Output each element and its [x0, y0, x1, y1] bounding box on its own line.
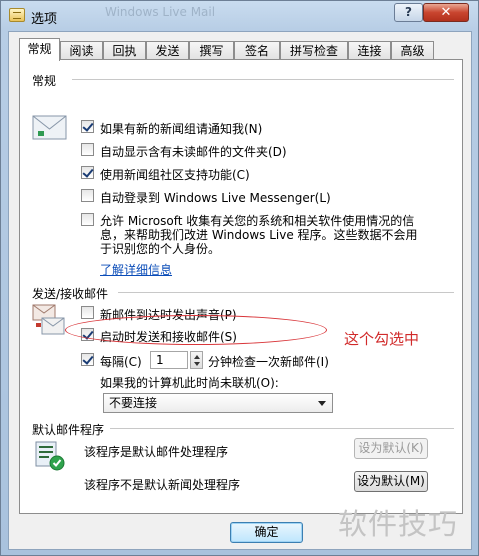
notify-new-newsgroups-label: 如果有新的新闻组请通知我(N): [100, 122, 263, 136]
newsgroup-community-checkbox[interactable]: [81, 166, 94, 179]
check-every-label: 每隔(C): [100, 355, 142, 369]
annotation-note: 这个勾选中: [344, 330, 420, 348]
tab-signatures[interactable]: 签名: [234, 41, 280, 60]
tab-send[interactable]: 发送: [146, 41, 189, 60]
divider: [110, 428, 454, 429]
section-title-general: 常规: [32, 74, 57, 88]
tab-panel-general: 常规 如果有新的新闻组请通知我(N) 自动显示含有未读邮件的文件夹(D) 使用新…: [19, 59, 463, 514]
set-default-news-button[interactable]: 设为默认(M): [354, 471, 428, 492]
auto-signin-messenger-checkbox[interactable]: [81, 189, 94, 202]
chevron-down-icon: [318, 401, 326, 406]
default-mail-status: 该程序是默认邮件处理程序: [84, 445, 229, 459]
send-receive-mail-icon: [32, 304, 65, 335]
tab-receipts[interactable]: 回执: [103, 41, 146, 60]
allow-data-collection-line-3: 于识别您的个人身份。: [100, 242, 221, 256]
dialog-client-area: 常规 阅读 回执 发送 撰写 签名 拼写检查 连接 高级 常规 如果有新的新闻组…: [8, 31, 472, 550]
new-mail-sound-checkbox[interactable]: [81, 306, 94, 319]
title-bar[interactable]: 选项 Windows Live Mail ? ✕: [1, 1, 478, 31]
learn-more-link[interactable]: 了解详细信息: [100, 261, 172, 278]
app-icon: [9, 8, 25, 22]
spin-up-icon: [194, 355, 200, 359]
options-window: 选项 Windows Live Mail ? ✕ 常规 阅读 回执 发送 撰写 …: [0, 0, 479, 556]
help-icon: ?: [405, 5, 412, 19]
watermark: 软件技巧: [338, 507, 459, 541]
allow-data-collection-checkbox[interactable]: [81, 213, 94, 226]
check-interval-suffix: 分钟检查一次新邮件(I): [208, 355, 329, 369]
window-title: 选项: [31, 12, 58, 27]
default-news-status: 该程序不是默认新闻处理程序: [84, 478, 241, 492]
tab-strip: 常规 阅读 回执 发送 撰写 签名 拼写检查 连接 高级: [19, 38, 459, 61]
notify-new-newsgroups-checkbox[interactable]: [81, 120, 94, 133]
newsgroup-envelope-icon: [32, 115, 67, 140]
show-unread-folders-checkbox[interactable]: [81, 143, 94, 156]
tab-read[interactable]: 阅读: [60, 41, 103, 60]
check-interval-input[interactable]: 1: [150, 351, 188, 369]
divider: [118, 292, 454, 293]
close-button[interactable]: ✕: [423, 3, 469, 22]
section-title-send-receive: 发送/接收邮件: [32, 287, 109, 301]
tab-general[interactable]: 常规: [19, 38, 60, 61]
check-every-checkbox[interactable]: [81, 353, 94, 366]
check-interval-spinner[interactable]: [190, 351, 203, 369]
default-program-check-icon: [35, 441, 65, 471]
offline-behavior-label: 如果我的计算机此时尚未联机(O):: [100, 376, 279, 390]
offline-behavior-select[interactable]: 不要连接: [103, 393, 333, 413]
tab-spelling[interactable]: 拼写检查: [280, 41, 348, 60]
offline-behavior-selected: 不要连接: [109, 396, 158, 410]
newsgroup-community-label: 使用新闻组社区支持功能(C): [100, 168, 250, 182]
background-window-title: Windows Live Mail: [105, 5, 216, 19]
tab-compose[interactable]: 撰写: [189, 41, 234, 60]
divider: [72, 79, 454, 80]
annotation-oval: [65, 315, 327, 345]
help-button[interactable]: ?: [394, 3, 423, 22]
spin-down-icon: [194, 362, 200, 366]
auto-signin-messenger-label: 自动登录到 Windows Live Messenger(L): [100, 191, 331, 205]
section-title-default-programs: 默认邮件程序: [32, 423, 105, 437]
tab-connection[interactable]: 连接: [348, 41, 391, 60]
set-default-mail-button[interactable]: 设为默认(K): [354, 438, 428, 459]
close-icon: ✕: [440, 5, 452, 20]
ok-button[interactable]: 确定: [230, 522, 303, 543]
tab-advanced[interactable]: 高级: [391, 41, 434, 60]
show-unread-folders-label: 自动显示含有未读邮件的文件夹(D): [100, 145, 287, 159]
